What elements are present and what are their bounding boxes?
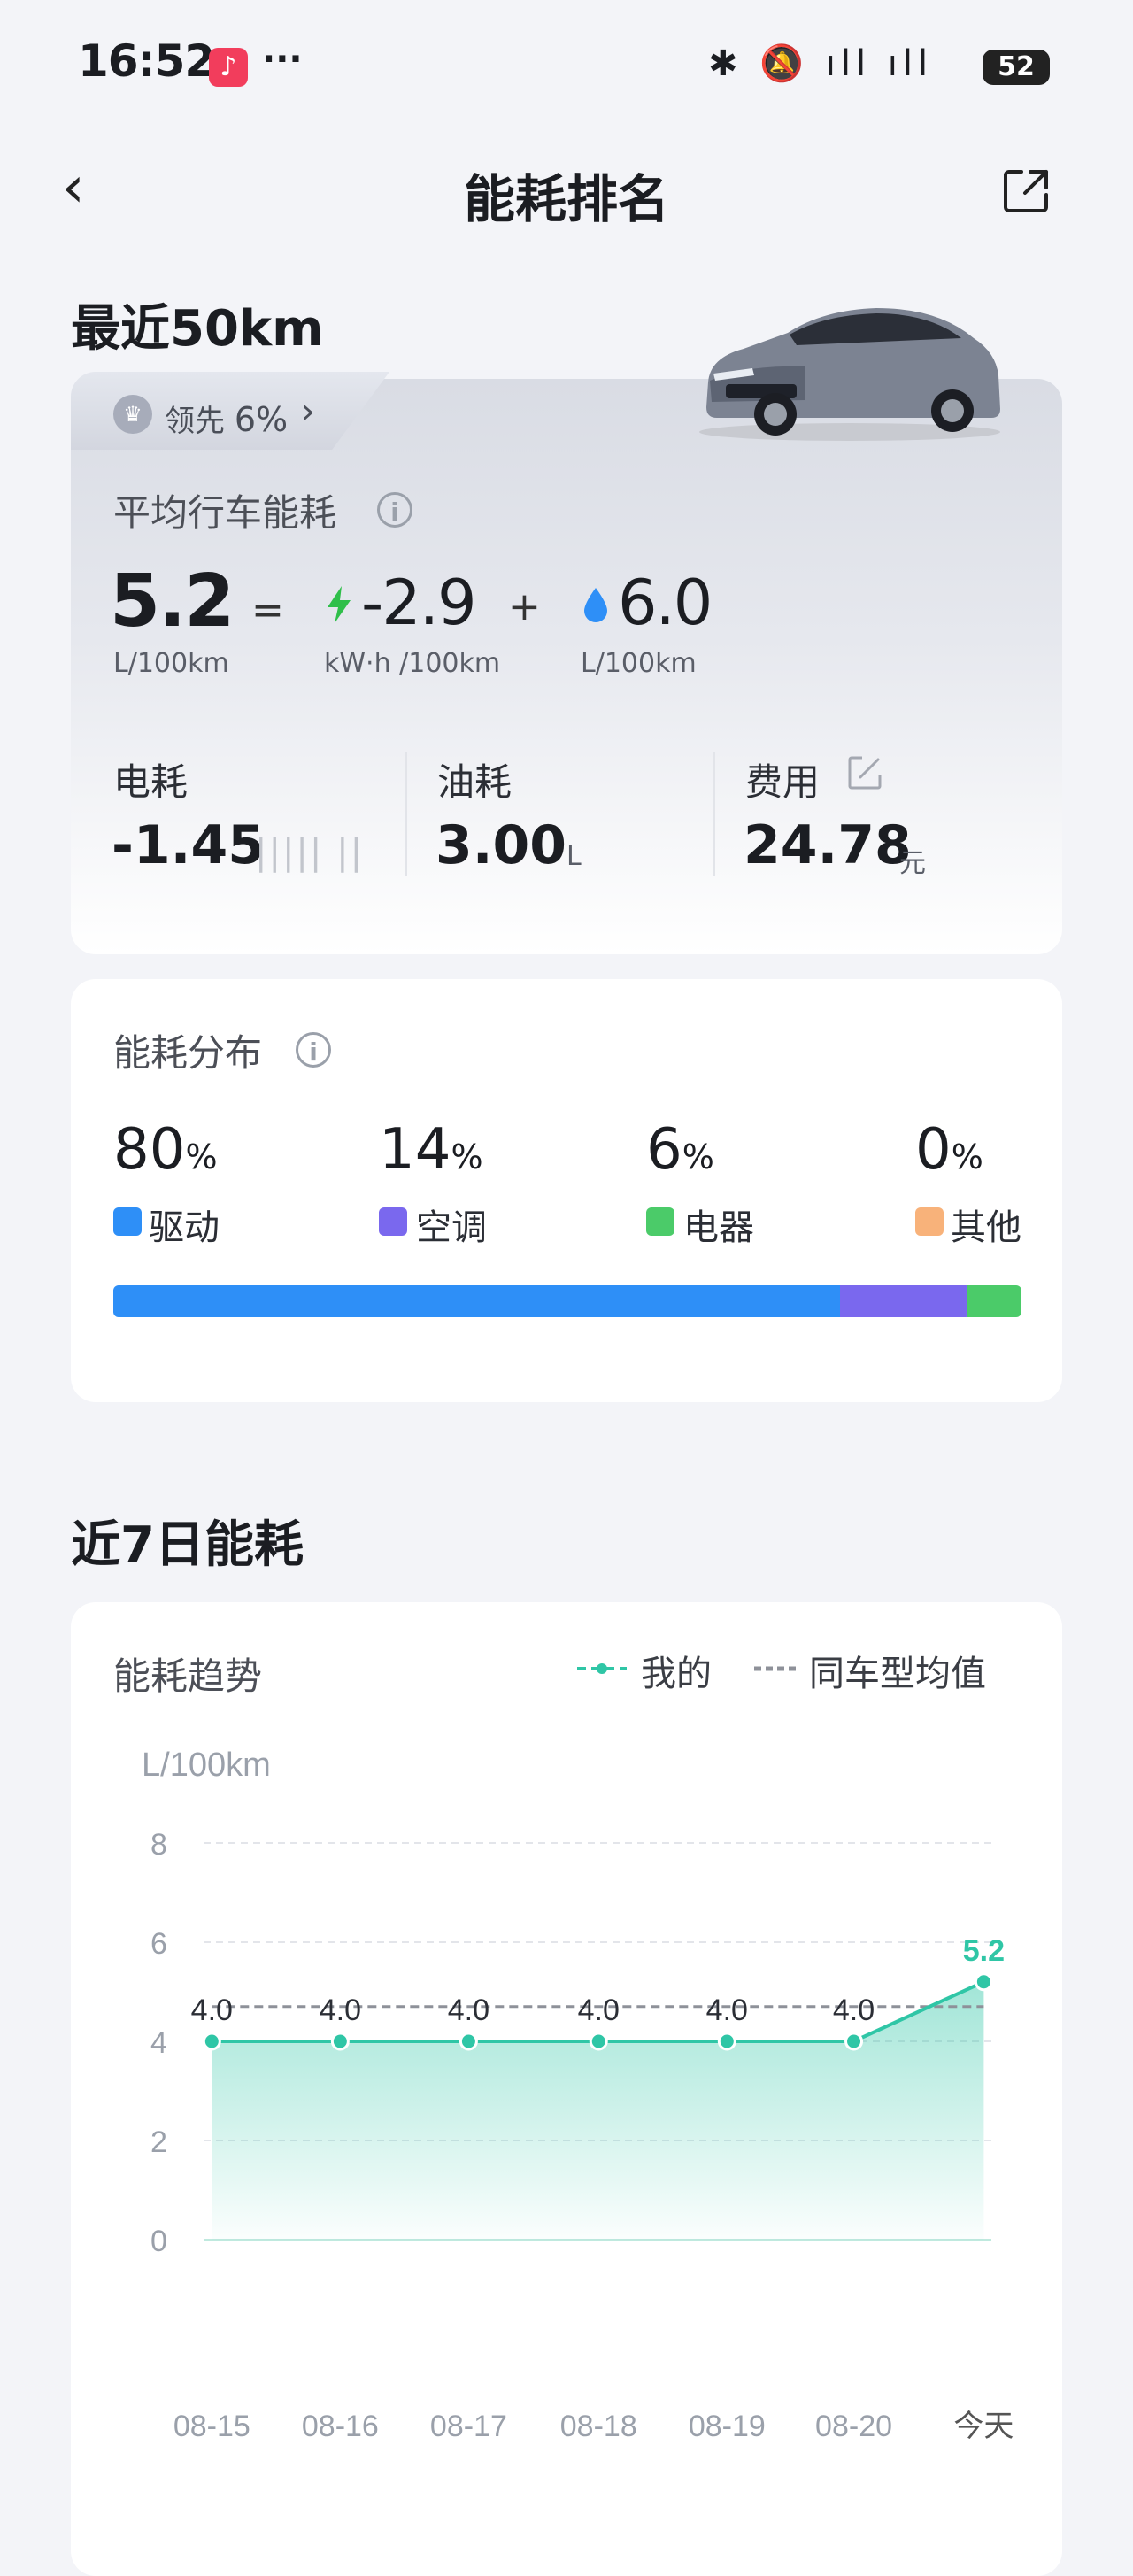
appliance-percent: 6% (646, 1117, 714, 1183)
data-label: 4.0 (191, 1994, 233, 2027)
other-swatch (915, 1207, 944, 1236)
distribution-segment-2 (967, 1285, 1021, 1317)
appliance-swatch (646, 1207, 674, 1236)
data-label: 5.2 (963, 1934, 1005, 1968)
y-tick-label: 2 (150, 2125, 167, 2159)
data-label: 4.0 (578, 1994, 620, 2027)
trend-title: 能耗趋势 (113, 1654, 263, 1698)
edit-icon[interactable] (846, 754, 883, 791)
y-tick-label: 8 (150, 1828, 167, 1862)
x-tick-label: 08-20 (815, 2410, 892, 2443)
cost-value: 24.78 (744, 814, 912, 876)
x-tick-label: 08-18 (560, 2410, 637, 2443)
info-icon[interactable]: i (377, 492, 412, 528)
x-tick-label: 08-15 (173, 2410, 250, 2443)
data-point (974, 1972, 993, 1992)
signal-bars-icon: ||||| || (255, 832, 365, 873)
data-point (717, 2032, 736, 2051)
share-icon[interactable] (1002, 166, 1052, 216)
data-label: 4.0 (320, 1994, 361, 2027)
status-icons: ✱ 🔕 ıll ıll (708, 43, 934, 84)
last-7-days-title: 近7日能耗 (71, 1516, 304, 1574)
legend-mine-label: 我的 (641, 1654, 712, 1694)
divider (713, 752, 715, 876)
y-tick-label: 4 (150, 2026, 167, 2060)
distribution-title: 能耗分布 (113, 1031, 263, 1075)
divider (405, 752, 407, 876)
legend-average-label: 同车型均值 (809, 1654, 986, 1694)
total-consumption-value: 5.2 (110, 559, 235, 644)
data-point (459, 2032, 478, 2051)
fuel-drop-icon (584, 588, 607, 622)
trend-chart: L/100km 0 2 4 6 8 4.0 4.0 4.0 4.0 4.0 4.0 5.2 08-15 0… (142, 1747, 1014, 2443)
y-tick-label: 0 (150, 2225, 167, 2258)
lead-rank-text[interactable]: 领先 6% (165, 397, 288, 440)
x-tick-label: 今天 (953, 2410, 1014, 2443)
data-label: 4.0 (448, 1994, 489, 2027)
electric-usage-label: 电耗 (113, 760, 189, 804)
legend-mine-icon (577, 1663, 627, 1674)
data-point (844, 2032, 864, 2051)
chevron-right-icon: › (301, 391, 315, 432)
data-point (330, 2032, 350, 2051)
plus-sign: + (508, 584, 541, 629)
avg-consumption-label: 平均行车能耗 (113, 491, 337, 535)
appliance-label: 电器 (683, 1207, 754, 1248)
battery-indicator: 52 (983, 50, 1050, 85)
other-label: 其他 (951, 1207, 1021, 1248)
info-icon[interactable]: i (296, 1032, 331, 1068)
data-point (589, 2032, 608, 2051)
x-tick-label: 08-16 (302, 2410, 379, 2443)
cost-unit: 元 (899, 848, 926, 879)
drive-swatch (113, 1207, 142, 1236)
x-tick-label: 08-19 (689, 2410, 766, 2443)
electric-consumption-value: -2.9 (361, 567, 477, 639)
data-label: 4.0 (833, 1994, 875, 2027)
drive-percent: 80% (113, 1117, 218, 1183)
music-app-icon: ♪ (209, 48, 248, 87)
equals-sign: = (251, 588, 284, 633)
ac-percent: 14% (379, 1117, 483, 1183)
recent-50km-title: 最近50km (71, 300, 324, 358)
lightning-icon (328, 586, 351, 623)
distribution-segment-0 (113, 1285, 840, 1317)
fuel-usage-unit: L (566, 841, 582, 872)
data-label: 4.0 (706, 1994, 748, 2027)
ac-label: 空调 (416, 1207, 487, 1248)
y-axis-unit: L/100km (142, 1747, 271, 1784)
total-consumption-unit: L/100km (113, 648, 229, 679)
legend-average-icon (754, 1666, 797, 1671)
distribution-bar (113, 1285, 1021, 1317)
car-image (699, 308, 1000, 441)
page-title: 能耗排名 (463, 169, 669, 229)
fuel-consumption-unit: L/100km (581, 648, 697, 679)
ac-swatch (379, 1207, 407, 1236)
y-tick-label: 6 (150, 1927, 167, 1961)
electric-usage-value: -1.45 (112, 814, 265, 876)
more-notifications-icon: ··· (262, 39, 303, 80)
fuel-consumption-value: 6.0 (618, 567, 713, 639)
distribution-segment-1 (839, 1285, 967, 1317)
x-tick-label: 08-17 (430, 2410, 507, 2443)
drive-label: 驱动 (149, 1207, 220, 1248)
cost-label: 费用 (745, 760, 821, 804)
fuel-usage-value: 3.00 (435, 814, 567, 876)
status-time: 16:52 (78, 35, 215, 87)
crown-badge-icon: ♛ (113, 395, 152, 434)
electric-consumption-unit: kW·h /100km (324, 648, 501, 679)
data-point (202, 2032, 221, 2051)
fuel-usage-label: 油耗 (437, 760, 513, 804)
other-percent: 0% (915, 1117, 983, 1183)
